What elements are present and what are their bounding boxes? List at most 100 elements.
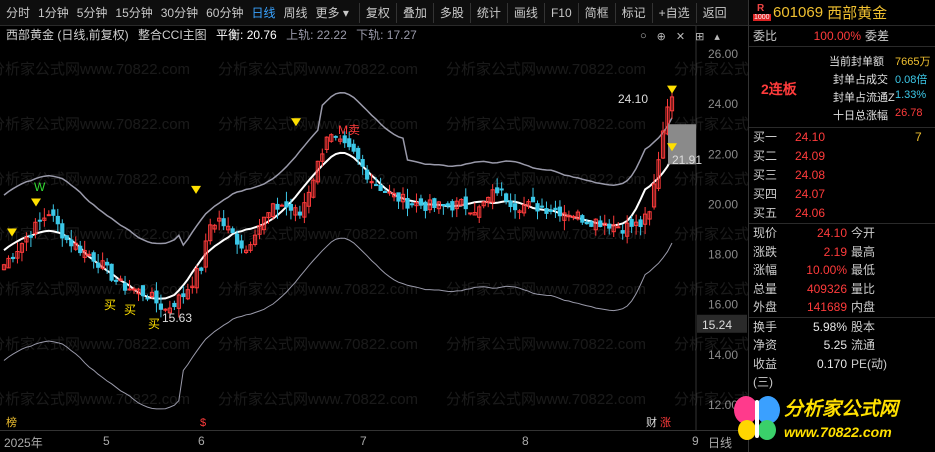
kline-chart[interactable]: 26.0024.0022.0020.0018.0016.0014.0012.00…	[0, 26, 748, 430]
candle-body	[37, 219, 42, 222]
weicha-label: 委差	[865, 29, 890, 43]
candle-body	[508, 200, 513, 207]
candle-body	[239, 240, 244, 249]
quote2-row: 换手 5.98% 股本	[749, 318, 935, 337]
candle-body	[140, 285, 146, 297]
period-tab-7[interactable]: 周线	[279, 3, 311, 23]
bid-vol	[915, 147, 931, 166]
bid-vol: 7	[915, 130, 922, 144]
candle-body	[109, 263, 114, 281]
quote-stats: 现价 24.10 今开 涨跌 2.19 最高 涨幅 10.00% 最低 总量 409326 量比 外盘 1…	[749, 224, 935, 317]
watermark-text: 分析家公式网www.70822.com	[446, 391, 646, 408]
chart-annotation: M卖	[338, 123, 360, 137]
bid-row-1[interactable]: 买一 24.10 7	[749, 128, 935, 147]
header-tool-icon-2[interactable]: ✕	[676, 30, 685, 43]
tool-button-0[interactable]: 复权	[358, 2, 396, 23]
order-book: 买一 24.10 7 买二 24.09 买三 24.08 买四 24.07 买五 24.06	[749, 128, 935, 223]
header-tool-icon-1[interactable]: ⊕	[657, 30, 666, 43]
watermark-text: 分析家公式网www.70822.com	[0, 171, 190, 188]
period-tab-6[interactable]: 日线	[247, 3, 279, 23]
candle-body	[387, 191, 392, 194]
period-tab-5[interactable]: 60分钟	[202, 3, 247, 23]
tool-button-5[interactable]: F10	[543, 2, 578, 23]
candle-body	[347, 138, 352, 148]
period-tab-1[interactable]: 1分钟	[34, 3, 73, 23]
sell-triangle-icon	[191, 185, 201, 194]
quote-panel: R 1000 601069 西部黄金 委比 100.00% 委差 2连板 当前封…	[748, 0, 935, 452]
candle-body	[131, 288, 137, 291]
y-tick-label: 24.00	[708, 97, 738, 111]
candle-body	[620, 230, 625, 234]
candle-body	[284, 201, 289, 208]
candle-body	[369, 181, 374, 184]
period-tab-3[interactable]: 15分钟	[111, 3, 156, 23]
candle-body	[46, 214, 51, 217]
tool-button-7[interactable]: 标记	[614, 2, 652, 23]
watermark-text: 分析家公式网www.70822.com	[446, 61, 646, 78]
bid-row-5[interactable]: 买五 24.06	[749, 204, 935, 223]
lower-band-label: 下轨: 17.27	[356, 28, 417, 42]
bid-row-2[interactable]: 买二 24.09	[749, 147, 935, 166]
candle-body	[105, 261, 110, 266]
candle-body	[638, 219, 643, 228]
candle-body	[530, 196, 536, 203]
candle-body	[441, 203, 446, 206]
bid-row-3[interactable]: 买三 24.08	[749, 166, 935, 185]
candle-body	[64, 235, 69, 241]
watermark-text: 分析家公式网www.70822.com	[0, 336, 190, 353]
header-tool-icon-0[interactable]: ○	[640, 30, 647, 43]
quote-row: 涨幅 10.00% 最低	[749, 261, 935, 280]
candle-body	[504, 193, 509, 202]
seal-value-0: 7665万	[895, 56, 931, 68]
header-tool-icon-3[interactable]: ⊞	[695, 30, 704, 43]
tool-button-1[interactable]: 叠加	[395, 2, 433, 23]
tool-button-8[interactable]: +自选	[651, 2, 696, 23]
tool-button-9[interactable]: 返回	[695, 2, 733, 23]
bid-row-4[interactable]: 买四 24.07	[749, 185, 935, 204]
tool-button-4[interactable]: 画线	[506, 2, 544, 23]
candle-body	[351, 143, 356, 152]
lianban-badge: 2连板	[761, 81, 797, 97]
indicator-name[interactable]: 整合CCI主图	[138, 28, 207, 42]
y-tick-label: 16.00	[708, 298, 738, 312]
y-tick-label: 18.00	[708, 248, 738, 262]
candle-body	[463, 196, 468, 210]
watermark-text: 分析家公式网www.70822.com	[218, 61, 418, 78]
watermark-text: 分析家公式网www.70822.com	[0, 391, 190, 408]
period-tab-8[interactable]: 更多 ▾	[312, 3, 353, 23]
tool-button-6[interactable]: 简框	[577, 2, 615, 23]
candle-body	[279, 204, 285, 207]
period-tab-0[interactable]: 分时	[2, 3, 34, 23]
candle-body	[589, 221, 594, 227]
quote-row: 总量 409326 量比	[749, 280, 935, 299]
watermark-text: 分析家公式网www.70822.com	[218, 391, 418, 408]
quote-key: 总量	[753, 281, 778, 296]
quote2-row: 收益(三) 0.170 PE(动)	[749, 355, 935, 390]
quote-key2: 最高	[851, 244, 876, 259]
candle-body	[60, 223, 65, 239]
watermark-text: 分析家公式网www.70822.com	[0, 281, 190, 298]
candle-body	[629, 218, 634, 227]
sell-triangle-icon	[667, 85, 677, 94]
tool-button-2[interactable]: 多股	[432, 2, 470, 23]
candle-body	[580, 215, 585, 223]
watermark-text: 分析家公式网www.70822.com	[0, 61, 190, 78]
x-tick-label: 7	[360, 434, 367, 448]
period-toolbar: 分时 1分钟 5分钟 15分钟 30分钟 60分钟 日线 周线 更多 ▾ 复权 叠加 多股 统计 画线 F…	[0, 0, 748, 26]
quote2-key: 净资	[753, 338, 778, 352]
bid-vol	[915, 185, 931, 204]
weibi-row: 委比 100.00% 委差	[749, 26, 935, 46]
seal-label-0: 当前封单额	[829, 56, 884, 68]
seal-label-3: 十日总涨幅	[833, 110, 888, 122]
period-tab-2[interactable]: 5分钟	[73, 3, 112, 23]
candle-body	[172, 302, 177, 308]
bid-label: 买一	[753, 130, 778, 144]
period-tab-4[interactable]: 30分钟	[157, 3, 202, 23]
header-tool-icon-4[interactable]: ▴	[714, 30, 720, 43]
candle-body	[409, 203, 415, 206]
butterfly-logo-icon	[734, 396, 780, 440]
tool-button-3[interactable]: 统计	[469, 2, 507, 23]
y-tick-label: 26.00	[708, 47, 738, 61]
watermark-text: 分析家公式网www.70822.com	[674, 61, 748, 78]
quote-row: 外盘 141689 内盘	[749, 298, 935, 317]
